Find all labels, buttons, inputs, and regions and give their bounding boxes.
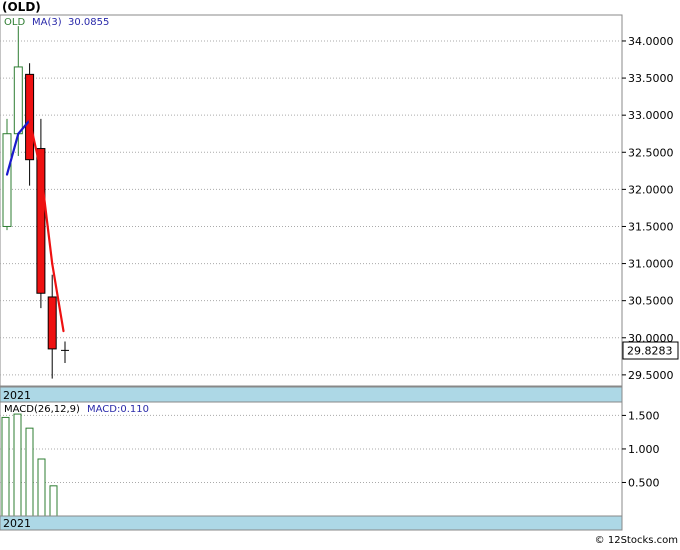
macd-year-band (0, 515, 623, 531)
price-tick-label: 30.5000 (628, 295, 674, 308)
chart-symbol-title: (OLD) (2, 0, 41, 14)
chart-canvas: (OLD) 29.500030.000030.500031.000031.500… (0, 0, 679, 546)
macd-axis-ticks: 0.500 1.000 1.500 (622, 409, 660, 489)
candle-up-body (2, 133, 12, 227)
price-tick-label: 33.0000 (628, 109, 674, 122)
stock-chart: (OLD) 29.5000 30.0000 30.5000 31.0000 31.500… (0, 0, 680, 546)
macd-panel-frame (0, 401, 623, 517)
legend-symbol: OLD (4, 17, 25, 28)
candle-down-body (47, 296, 57, 350)
price-tick-label: 34.0000 (628, 35, 674, 48)
price-tick-label: 32.0000 (628, 183, 674, 196)
legend-ma-label: MA(3) (32, 17, 62, 28)
price-tick-label: 31.0000 (628, 258, 674, 271)
macd-bar (25, 427, 34, 517)
watermark: © 12Stocks.com (595, 535, 678, 546)
candle-down-body (25, 73, 35, 161)
price-year-label: 2021 (3, 389, 31, 402)
price-panel-frame (0, 14, 623, 387)
macd-title: MACD(26,12,9) (4, 404, 80, 415)
macd-value-label: MACD:0.110 (87, 404, 149, 415)
price-year-band (0, 386, 623, 403)
macd-tick-label: 0.500 (628, 476, 660, 489)
candle-up-body (13, 66, 23, 135)
price-tick-label: 29.5000 (628, 369, 674, 382)
macd-bar (37, 458, 46, 517)
price-axis-ticks: 29.500030.000030.500031.000031.500032.00… (622, 35, 674, 382)
price-tick-label: 33.5000 (628, 72, 674, 85)
macd-bar (1, 416, 10, 517)
macd-tick-label: 1.500 (628, 409, 660, 422)
last-price-label: 29.8283 (627, 345, 673, 358)
price-tick-label: 32.5000 (628, 146, 674, 159)
macd-bar (49, 485, 58, 517)
macd-year-label: 2021 (3, 517, 31, 530)
macd-bar (13, 413, 22, 517)
price-tick-label: 31.5000 (628, 220, 674, 233)
legend-ma-value: 30.0855 (68, 17, 109, 28)
macd-tick-label: 1.000 (628, 443, 660, 456)
